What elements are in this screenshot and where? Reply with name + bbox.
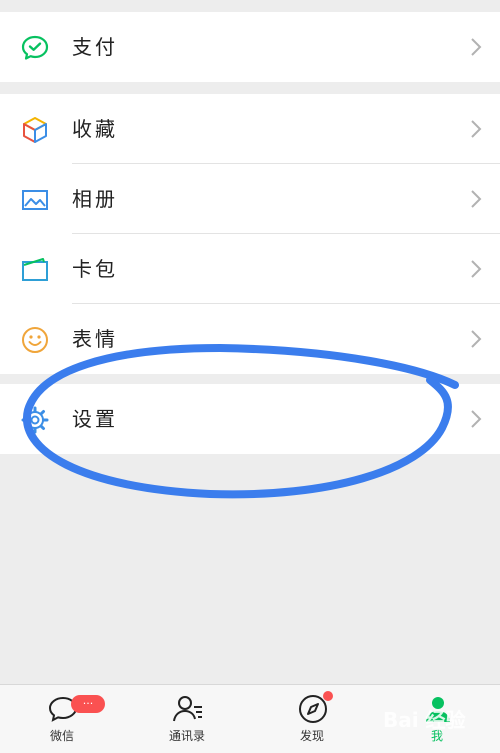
tab-discover[interactable]: 发现 xyxy=(267,685,357,753)
menu-label-favorites: 收藏 xyxy=(72,117,118,141)
new-moments-dot xyxy=(323,691,333,701)
tab-chats[interactable]: ··· 微信 xyxy=(17,685,107,753)
chevron-right-icon xyxy=(471,120,482,138)
menu-label-settings: 设置 xyxy=(72,407,118,431)
menu-group-settings: 设置 xyxy=(0,384,500,454)
tab-contacts[interactable]: 通讯录 xyxy=(142,685,232,753)
wechat-pay-icon xyxy=(21,35,49,60)
menu-item-pay[interactable]: 支付 xyxy=(0,12,500,82)
menu-item-album[interactable]: 相册 xyxy=(0,164,500,234)
menu-item-favorites[interactable]: 收藏 xyxy=(0,94,500,164)
chevron-right-icon xyxy=(471,260,482,278)
menu-item-stickers[interactable]: 表情 xyxy=(0,304,500,374)
watermark: Bai 经验 xyxy=(383,708,466,732)
menu-label-stickers: 表情 xyxy=(72,327,118,351)
unread-badge: ··· xyxy=(71,695,105,713)
tab-label-discover: 发现 xyxy=(299,729,324,743)
menu-group-pay: 支付 xyxy=(0,12,500,82)
chevron-right-icon xyxy=(471,330,482,348)
image-icon xyxy=(22,190,48,210)
menu-label-pay: 支付 xyxy=(72,35,118,59)
chevron-right-icon xyxy=(471,38,482,56)
menu-group-main: 收藏 相册 卡包 表情 xyxy=(0,94,500,374)
menu-item-settings[interactable]: 设置 xyxy=(0,384,500,454)
contacts-icon xyxy=(173,696,202,722)
tab-label-chats: 微信 xyxy=(49,729,74,743)
chevron-right-icon xyxy=(471,410,482,428)
menu-item-cards[interactable]: 卡包 xyxy=(0,234,500,304)
smiley-icon xyxy=(22,327,48,353)
menu-label-album: 相册 xyxy=(72,187,118,211)
gear-icon xyxy=(21,406,49,434)
menu-label-cards: 卡包 xyxy=(72,257,118,281)
tab-label-contacts: 通讯录 xyxy=(168,729,205,743)
chevron-right-icon xyxy=(471,190,482,208)
wallet-icon xyxy=(22,258,48,281)
cube-icon xyxy=(23,117,47,143)
